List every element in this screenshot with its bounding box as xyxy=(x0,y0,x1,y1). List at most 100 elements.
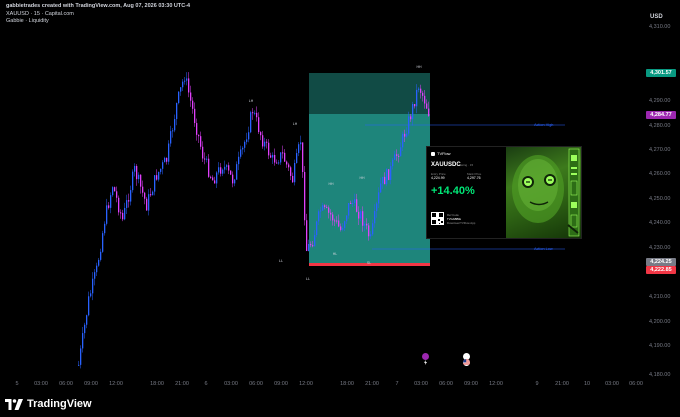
price-scale-label: 4,230.00 xyxy=(649,245,671,251)
candle-body xyxy=(398,155,400,157)
candle-body xyxy=(424,95,426,104)
candle-body xyxy=(340,226,342,230)
candle-body xyxy=(376,203,378,212)
candle-body xyxy=(84,324,86,334)
candle-body xyxy=(332,214,334,221)
candle-body xyxy=(372,223,374,235)
candle-body xyxy=(194,108,196,124)
candle-body xyxy=(282,152,284,154)
currency-button[interactable]: USD xyxy=(650,14,663,20)
candle-body xyxy=(288,164,290,168)
event-us-flag-icon[interactable] xyxy=(463,353,470,366)
candle-body xyxy=(420,88,422,93)
price-scale[interactable]: 4,310.00 4,290.00 4,280.00 4,270.00 4,26… xyxy=(645,0,680,378)
time-label: 21:00 xyxy=(555,381,569,387)
candle-body xyxy=(322,205,324,211)
candle-body xyxy=(356,199,358,212)
candle-body xyxy=(272,154,274,158)
candle-body xyxy=(212,177,214,181)
candle-body xyxy=(150,194,152,196)
candle-body xyxy=(124,207,126,220)
time-label: 09:00 xyxy=(464,381,478,387)
candle-body xyxy=(412,103,414,120)
price-scale-label: 4,280.00 xyxy=(649,123,671,129)
tvflow-logo-icon xyxy=(431,151,435,156)
card-symbol-sub: Swing · 15 xyxy=(459,163,474,167)
time-label: 9 xyxy=(535,381,539,387)
candle-body xyxy=(186,78,188,81)
annotation-lh-right: LH xyxy=(292,122,298,126)
candle-body xyxy=(370,234,372,237)
candle-body xyxy=(402,133,404,148)
candle-body xyxy=(262,135,264,147)
candle-body xyxy=(98,259,100,266)
card-brand-text: TVFlow xyxy=(437,151,451,156)
candle-body xyxy=(108,205,110,208)
candle-body xyxy=(156,175,158,180)
candle-body xyxy=(258,117,260,133)
card-brand: TVFlow xyxy=(431,151,451,156)
candle-body xyxy=(312,245,314,247)
candle-body xyxy=(130,190,132,202)
candle-body xyxy=(390,166,392,180)
zone-upper xyxy=(309,73,430,114)
time-label: 06:00 xyxy=(629,381,643,387)
level-high-tag: 4,284.77 xyxy=(646,111,676,119)
time-label: 5 xyxy=(15,381,19,387)
candle-body xyxy=(220,167,222,174)
price-scale-label: 4,250.00 xyxy=(649,196,671,202)
candle-body xyxy=(206,158,208,160)
price-scale-label: 4,310.00 xyxy=(649,24,671,30)
candle-body xyxy=(244,141,246,148)
candle-body xyxy=(256,112,258,118)
candle-body xyxy=(380,183,382,193)
candle-body xyxy=(214,180,216,184)
price-scale-label: 4,270.00 xyxy=(649,147,671,153)
zone-lower xyxy=(309,114,430,265)
candle-body xyxy=(172,130,174,132)
candle-body xyxy=(238,156,240,165)
candle-body xyxy=(144,192,146,199)
time-label: 12:00 xyxy=(299,381,313,387)
candle-body xyxy=(346,215,348,222)
candle-body xyxy=(348,202,350,216)
time-label: 03:00 xyxy=(224,381,238,387)
candle-body xyxy=(308,244,310,251)
candle-body xyxy=(290,167,292,176)
candle-body xyxy=(254,112,256,114)
candle-body xyxy=(154,175,156,192)
time-label: 10 xyxy=(583,381,591,387)
time-label: 06:00 xyxy=(439,381,453,387)
tradingview-logo[interactable]: TradingView xyxy=(5,398,92,410)
candle-body xyxy=(174,119,176,131)
candle-body xyxy=(122,212,124,220)
candle-body xyxy=(222,169,224,174)
candle-body xyxy=(382,176,384,184)
candle-body xyxy=(426,103,428,109)
footer-bar: TradingView xyxy=(0,392,680,417)
time-label: 18:00 xyxy=(150,381,164,387)
event-lightning-icon[interactable] xyxy=(422,353,429,365)
annotation-box-bottom: SL xyxy=(366,261,372,265)
candle-body xyxy=(374,211,376,224)
level-mid-tag: 4,224.25 xyxy=(646,258,676,266)
time-label: 6 xyxy=(204,381,208,387)
time-label: 06:00 xyxy=(249,381,263,387)
candle-body xyxy=(120,212,122,214)
candle-body xyxy=(106,205,108,224)
candle-body xyxy=(94,272,96,279)
tradingview-brand-text: TradingView xyxy=(27,398,92,410)
candle-body xyxy=(102,233,104,252)
candle-body xyxy=(200,136,202,147)
candle-body xyxy=(158,171,160,180)
candle-body xyxy=(406,133,408,137)
candle-body xyxy=(280,152,282,163)
price-scale-label: 4,200.00 xyxy=(649,319,671,325)
time-axis[interactable]: 5 03:00 06:00 09:00 12:00 18:00 21:00 6 … xyxy=(0,378,645,392)
candle-body xyxy=(182,81,184,88)
card-entry-value: 4,224.99 xyxy=(431,176,445,180)
pnl-share-card: TVFlow XAUUSDC Swing · 15 Entry Price 4,… xyxy=(426,146,582,239)
candle-body xyxy=(128,200,130,202)
candle-body xyxy=(342,227,344,230)
candle-body xyxy=(248,132,250,140)
